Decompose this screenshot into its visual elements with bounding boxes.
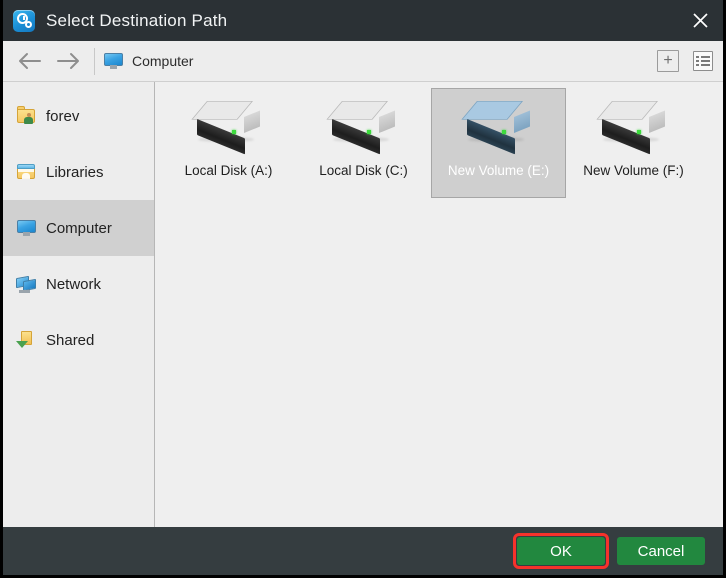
network-icon	[16, 274, 37, 294]
add-button-label: +	[663, 52, 673, 69]
breadcrumb-label: Computer	[132, 53, 194, 69]
cancel-button-wrap: Cancel	[617, 537, 705, 565]
toolbar-right-actions: +	[657, 41, 713, 81]
drive-tile-local-disk-a[interactable]: Local Disk (A:)	[161, 88, 296, 198]
hard-drive-icon	[190, 99, 265, 155]
drive-label: New Volume (E:)	[447, 163, 550, 178]
dialog-body: forev Libraries Computer Network Shared …	[3, 82, 723, 527]
toolbar: Computer +	[3, 41, 723, 82]
ok-button[interactable]: OK	[517, 537, 605, 565]
drive-grid: Local Disk (A:) Local Disk (C:) New Volu…	[155, 82, 723, 202]
drive-label: Local Disk (A:)	[184, 163, 273, 178]
drive-tile-local-disk-c[interactable]: Local Disk (C:)	[296, 88, 431, 198]
sidebar-item-network[interactable]: Network	[3, 256, 154, 312]
sidebar-item-libraries[interactable]: Libraries	[3, 144, 154, 200]
forward-arrow-icon[interactable]	[49, 42, 87, 80]
close-icon[interactable]	[677, 0, 723, 41]
sidebar-item-label: forev	[46, 107, 80, 125]
computer-monitor-icon	[104, 53, 123, 69]
drive-label: Local Disk (C:)	[319, 163, 408, 178]
sidebar-item-label: Libraries	[46, 163, 104, 181]
hard-drive-icon	[595, 99, 670, 155]
computer-monitor-icon	[16, 218, 37, 238]
sidebar-item-label: Computer	[46, 219, 112, 237]
sidebar-item-forev[interactable]: forev	[3, 88, 154, 144]
hard-drive-icon	[460, 99, 535, 155]
libraries-icon	[16, 162, 37, 182]
ok-button-highlight: OK	[513, 533, 609, 569]
drive-tile-new-volume-e[interactable]: New Volume (E:)	[431, 88, 566, 198]
sidebar-item-computer[interactable]: Computer	[3, 200, 154, 256]
list-view-icon[interactable]	[693, 51, 713, 71]
dialog-footer: OK Cancel	[3, 527, 723, 575]
select-destination-path-dialog: Select Destination Path Computer + forev…	[0, 0, 726, 578]
breadcrumb[interactable]: Computer	[104, 53, 193, 69]
clock-gear-icon	[13, 9, 35, 32]
cancel-button[interactable]: Cancel	[617, 537, 705, 565]
sidebar-item-label: Shared	[46, 331, 95, 349]
shared-folder-icon	[16, 330, 37, 350]
window-title: Select Destination Path	[46, 10, 228, 30]
drive-label: New Volume (F:)	[583, 163, 684, 178]
user-folder-icon	[16, 106, 37, 126]
drive-list-panel: Local Disk (A:) Local Disk (C:) New Volu…	[155, 82, 723, 527]
sidebar: forev Libraries Computer Network Shared	[3, 82, 155, 527]
title-bar: Select Destination Path	[3, 0, 723, 41]
sidebar-item-label: Network	[46, 275, 102, 293]
back-arrow-icon[interactable]	[11, 42, 49, 80]
hard-drive-icon	[325, 99, 400, 155]
sidebar-item-shared[interactable]: Shared	[3, 312, 154, 368]
plus-icon[interactable]: +	[657, 50, 679, 72]
drive-tile-new-volume-f[interactable]: New Volume (F:)	[566, 88, 701, 198]
toolbar-divider	[94, 47, 95, 75]
